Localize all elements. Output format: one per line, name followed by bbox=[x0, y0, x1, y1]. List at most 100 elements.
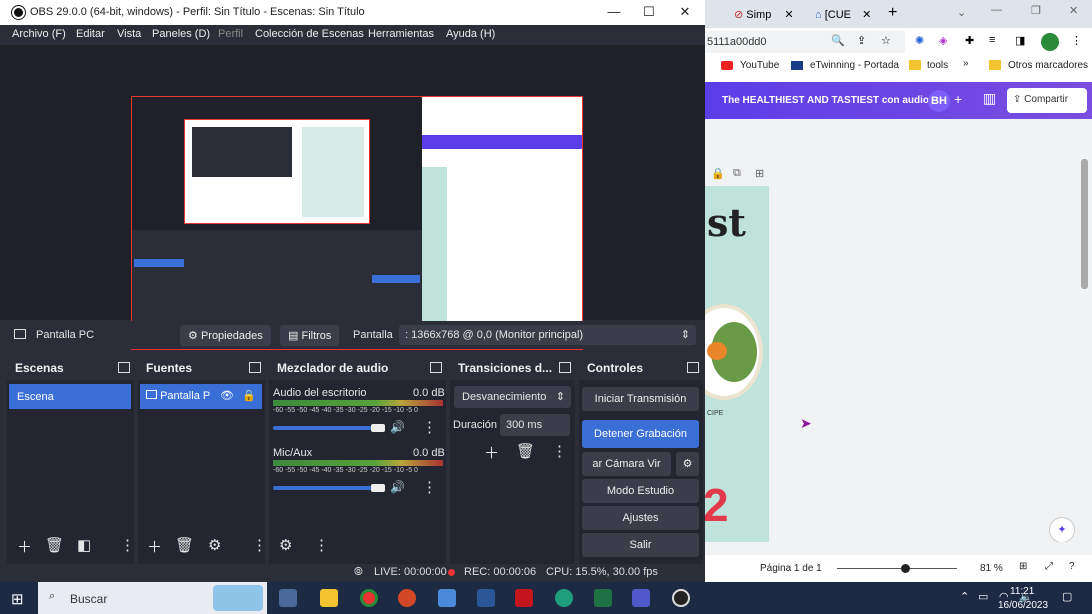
menu-herramientas[interactable]: Herramientas bbox=[368, 28, 434, 40]
add-icon[interactable]: ＋ bbox=[484, 442, 499, 463]
url-field[interactable]: 5111a00dd0 bbox=[705, 31, 905, 53]
file-explorer-icon[interactable] bbox=[320, 589, 338, 607]
display-select[interactable]: : 1366x768 @ 0,0 (Monitor principal) ⇕ bbox=[399, 325, 696, 345]
undock-icon[interactable] bbox=[249, 362, 261, 373]
magic-button[interactable]: ✦ bbox=[1049, 517, 1075, 543]
chart-icon[interactable]: ▥ bbox=[983, 90, 996, 107]
more-icon[interactable]: ⋮ bbox=[120, 536, 135, 554]
menu-paneles[interactable]: Paneles (D) bbox=[152, 28, 210, 40]
obs-taskbar-icon[interactable] bbox=[672, 589, 690, 607]
menu-perfil[interactable]: Perfil bbox=[218, 28, 243, 40]
acrobat-icon[interactable] bbox=[515, 589, 533, 607]
edge-icon[interactable] bbox=[555, 589, 573, 607]
speaker-icon[interactable]: 🔊 bbox=[390, 480, 405, 494]
zoom-slider[interactable] bbox=[837, 568, 957, 569]
grid-view-icon[interactable]: ⊞ bbox=[1019, 561, 1027, 572]
clock-date[interactable]: 16/06/2023 bbox=[998, 600, 1048, 611]
more-icon[interactable]: ⋮ bbox=[422, 418, 437, 436]
powerpoint-icon[interactable] bbox=[398, 589, 416, 607]
star-icon[interactable]: ☆ bbox=[881, 34, 891, 47]
windows-start-icon[interactable]: ⊞ bbox=[11, 590, 24, 608]
zoom-icon[interactable]: 🔍 bbox=[831, 34, 845, 47]
menu-vista[interactable]: Vista bbox=[117, 28, 141, 40]
virtual-camera-settings-button[interactable]: ⚙ bbox=[676, 452, 699, 476]
zoom-level[interactable]: 81 % bbox=[980, 563, 1003, 574]
bookmark-tools[interactable]: tools bbox=[927, 60, 948, 71]
new-tab-icon[interactable]: + bbox=[888, 4, 897, 22]
notification-icon[interactable]: ▢ bbox=[1062, 590, 1072, 603]
share-icon[interactable]: ⇪ bbox=[857, 34, 866, 47]
word-icon[interactable] bbox=[477, 589, 495, 607]
close-icon[interactable]: ✕ bbox=[784, 9, 793, 21]
virtual-camera-button[interactable]: ar Cámara Vir bbox=[582, 452, 671, 476]
close-icon[interactable]: ✕ bbox=[862, 9, 871, 21]
menu-editar[interactable]: Editar bbox=[76, 28, 105, 40]
menu-archivo[interactable]: Archivo (F) bbox=[12, 28, 66, 40]
undock-icon[interactable] bbox=[118, 362, 130, 373]
restore-icon[interactable]: ❐ bbox=[1031, 4, 1041, 17]
chrome-icon[interactable] bbox=[360, 589, 378, 607]
extension-icon[interactable]: ◈ bbox=[939, 34, 947, 47]
copy-icon[interactable]: ⧉ bbox=[733, 167, 741, 180]
more-icon[interactable]: ⋮ bbox=[1071, 34, 1082, 47]
extension-icon[interactable]: ✺ bbox=[915, 34, 924, 47]
chevron-down-icon[interactable]: ⌄ bbox=[957, 6, 966, 19]
menu-ayuda[interactable]: Ayuda (H) bbox=[446, 28, 495, 40]
duration-input[interactable]: 300 ms bbox=[500, 414, 570, 436]
sidepanel-icon[interactable]: ◨ bbox=[1015, 34, 1025, 47]
minimize-icon[interactable]: — bbox=[991, 4, 1002, 16]
zoom-knob[interactable] bbox=[901, 564, 910, 573]
bookmark-etwinning[interactable]: eTwinning - Portada bbox=[810, 60, 899, 71]
puzzle-icon[interactable]: ✚ bbox=[965, 34, 974, 47]
fullscreen-icon[interactable]: ⤢ bbox=[1045, 561, 1053, 572]
add-icon[interactable]: + bbox=[954, 91, 962, 107]
design-page[interactable]: st CIPE 2 bbox=[705, 186, 769, 542]
eye-icon[interactable]: 👁 bbox=[220, 389, 234, 402]
transition-select[interactable]: Desvanecimiento ⇕ bbox=[454, 386, 571, 408]
bookmark-youtube[interactable]: YouTube bbox=[740, 60, 779, 71]
task-view-icon[interactable] bbox=[279, 589, 297, 607]
trash-icon[interactable]: 🗑 bbox=[175, 536, 194, 554]
add-page-icon[interactable]: ⊞ bbox=[755, 167, 764, 180]
settings-button[interactable]: Ajustes bbox=[582, 506, 699, 530]
volume-knob[interactable] bbox=[371, 484, 385, 492]
speaker-icon[interactable]: 🔊 bbox=[390, 420, 405, 434]
scrollbar[interactable] bbox=[1081, 159, 1088, 289]
profile-avatar[interactable] bbox=[1041, 33, 1059, 51]
undock-icon[interactable] bbox=[430, 362, 442, 373]
add-icon[interactable]: ＋ bbox=[147, 536, 162, 557]
clock-time[interactable]: 11:21 bbox=[1010, 586, 1034, 597]
close-icon[interactable]: ✕ bbox=[1069, 4, 1078, 17]
properties-button[interactable]: ⚙ Propiedades bbox=[180, 325, 271, 346]
more-icon[interactable]: ⋮ bbox=[422, 478, 437, 496]
volume-knob[interactable] bbox=[371, 424, 385, 432]
undock-icon[interactable] bbox=[559, 362, 571, 373]
trash-icon[interactable]: 🗑 bbox=[45, 536, 64, 554]
more-icon[interactable]: ⋮ bbox=[252, 536, 267, 554]
undock-icon[interactable] bbox=[687, 362, 699, 373]
calculator-icon[interactable] bbox=[438, 589, 456, 607]
close-icon[interactable]: ✕ bbox=[675, 3, 695, 21]
chevron-up-icon[interactable]: ⌃ bbox=[960, 590, 969, 603]
studio-mode-button[interactable]: Modo Estudio bbox=[582, 479, 699, 503]
design-title[interactable]: The HEALTHIEST AND TASTIEST con audios bbox=[722, 95, 935, 106]
menu-coleccion-escenas[interactable]: Colección de Escenas bbox=[255, 28, 364, 40]
taskbar-search[interactable]: ⌕ Buscar bbox=[38, 582, 267, 614]
more-icon[interactable]: ⋮ bbox=[314, 536, 329, 554]
preview-area[interactable] bbox=[0, 45, 705, 350]
exit-button[interactable]: Salir bbox=[582, 533, 699, 557]
media-icon[interactable]: ≡ bbox=[989, 34, 995, 46]
share-button[interactable]: ⇪ Compartir bbox=[1007, 88, 1087, 113]
lock-icon[interactable]: 🔒 bbox=[242, 389, 256, 402]
help-icon[interactable]: ? bbox=[1069, 561, 1075, 572]
scene-item[interactable]: Escena bbox=[9, 384, 131, 409]
filters-button[interactable]: ▤ Filtros bbox=[280, 325, 340, 346]
start-streaming-button[interactable]: Iniciar Transmisión bbox=[582, 387, 699, 411]
filter-icon[interactable]: ◧ bbox=[77, 536, 91, 554]
excel-icon[interactable] bbox=[594, 589, 612, 607]
avatar[interactable]: BH bbox=[928, 90, 950, 112]
preview-screen-capture[interactable] bbox=[131, 96, 583, 350]
stop-recording-button[interactable]: Detener Grabación bbox=[582, 420, 699, 448]
maximize-icon[interactable]: ☐ bbox=[639, 3, 659, 21]
lock-icon[interactable]: 🔒 bbox=[711, 167, 725, 180]
